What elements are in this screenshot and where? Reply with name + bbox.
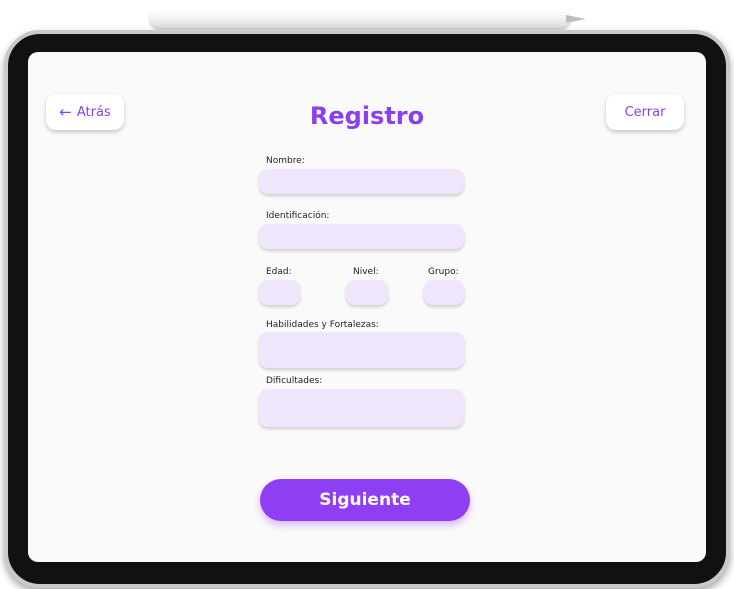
habilidades-label: Habilidades y Fortalezas:: [266, 320, 379, 330]
nombre-field[interactable]: [259, 169, 464, 194]
arrow-left-icon: ←: [59, 102, 72, 121]
registration-screen: ← Atrás Registro Cerrar Nombre: Identifi…: [28, 52, 706, 562]
stylus-pencil: [150, 9, 570, 28]
grupo-label: Grupo:: [428, 267, 459, 277]
nivel-field[interactable]: [346, 280, 388, 305]
next-button-label: Siguiente: [319, 490, 411, 510]
nombre-label: Nombre:: [266, 156, 305, 166]
back-button-label: Atrás: [76, 104, 111, 120]
device-mockup: ← Atrás Registro Cerrar Nombre: Identifi…: [0, 0, 734, 589]
identificacion-field[interactable]: [259, 224, 464, 249]
next-button[interactable]: Siguiente: [260, 479, 470, 521]
page-title: Registro: [309, 102, 425, 130]
habilidades-field[interactable]: [259, 332, 464, 368]
dificultades-field[interactable]: [259, 389, 464, 427]
edad-field[interactable]: [259, 280, 300, 305]
identificacion-label: Identificación:: [266, 211, 330, 221]
dificultades-label: Dificultades:: [266, 376, 323, 386]
nivel-label: Nivel:: [353, 267, 379, 277]
close-button-label: Cerrar: [624, 104, 666, 120]
stylus-tip: [566, 15, 586, 23]
edad-label: Edad:: [266, 267, 292, 277]
back-button[interactable]: ← Atrás: [46, 94, 124, 130]
grupo-field[interactable]: [424, 280, 464, 305]
close-button[interactable]: Cerrar: [606, 94, 684, 130]
